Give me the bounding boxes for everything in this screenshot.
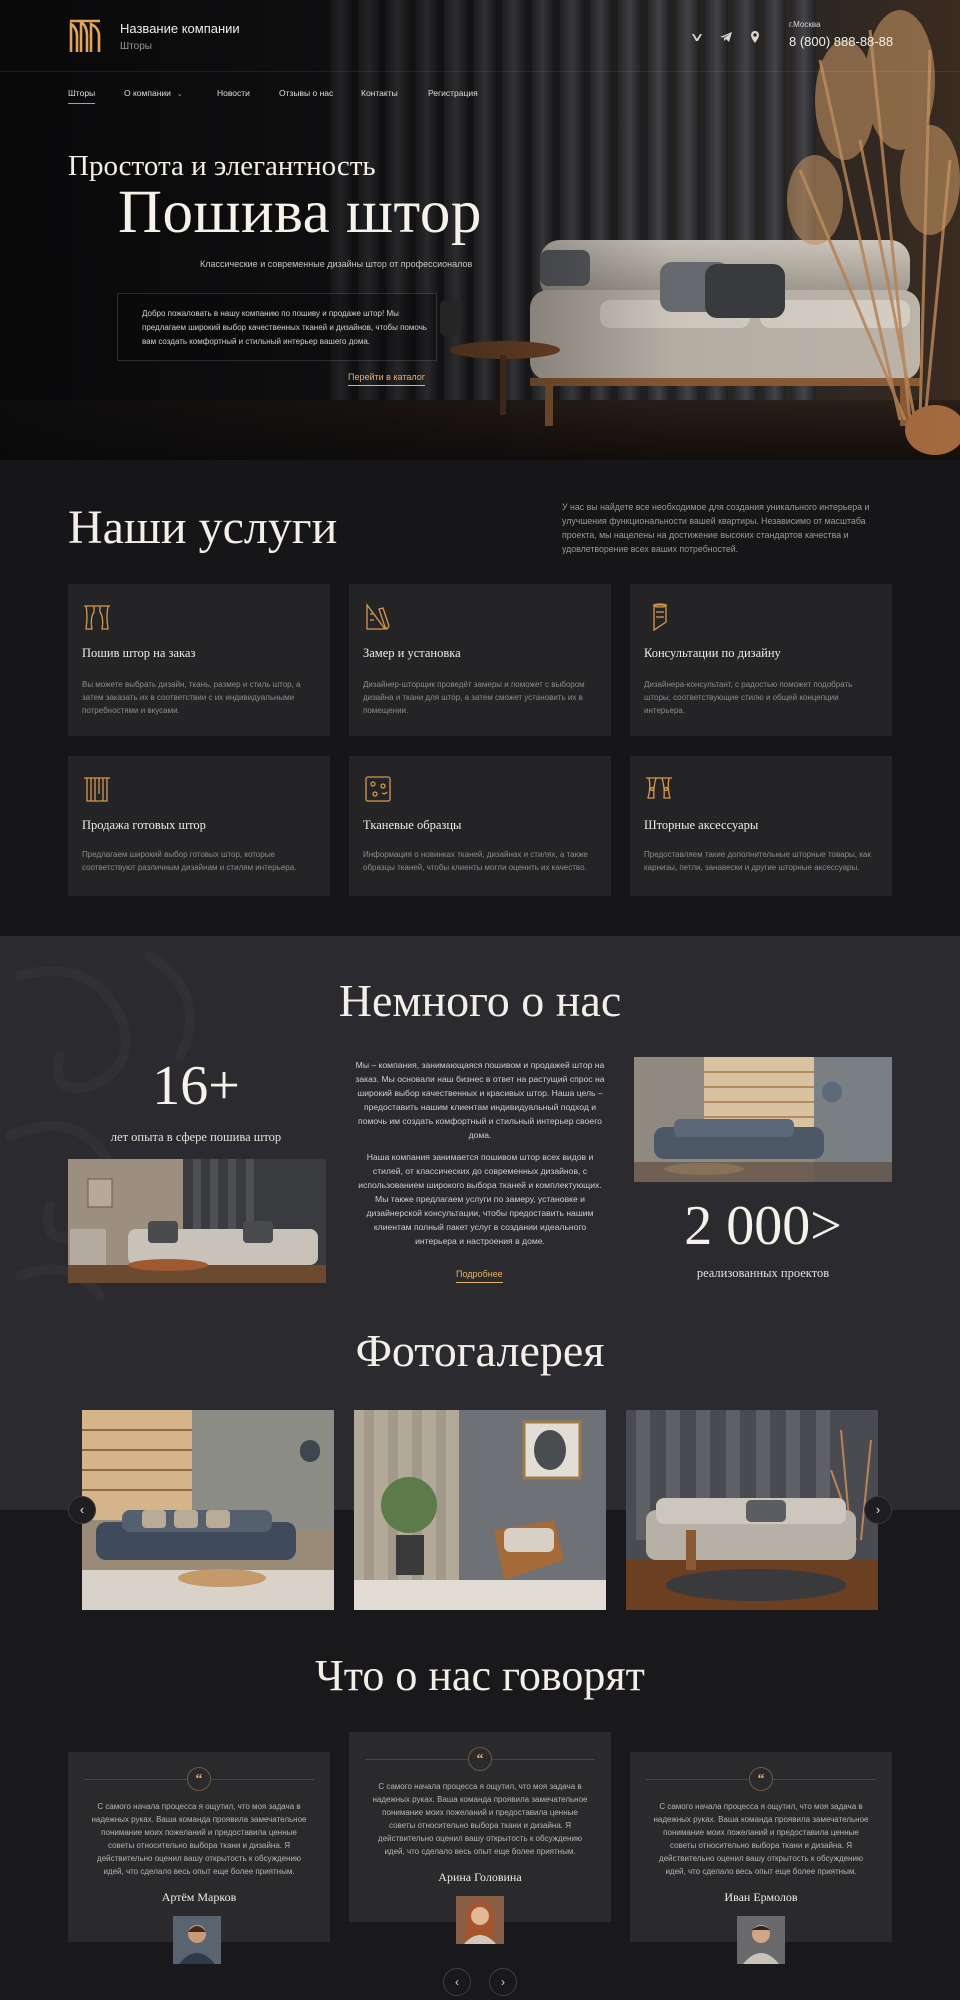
- hero-section: Название компании Шторы г.Москва 8 (800)…: [0, 0, 960, 460]
- chevron-down-icon: ⌄: [176, 91, 183, 98]
- service-text: Предоставляем такие дополнительные шторн…: [644, 850, 871, 872]
- avatar: [173, 1916, 221, 1964]
- company-tagline: Шторы: [120, 41, 152, 52]
- service-title: Замер и установка: [363, 646, 461, 660]
- review-text: С самого начала процесса я ощутил, что м…: [372, 1782, 588, 1856]
- service-card[interactable]: Шторные аксессуары Предоставляем такие д…: [630, 756, 892, 896]
- curtain-rod-icon: [84, 777, 110, 802]
- about-paragraph-1: Мы – компания, занимающаяся пошивом и пр…: [355, 1060, 605, 1140]
- service-card[interactable]: Продажа готовых штор Предлагаем широкий …: [68, 756, 330, 896]
- service-text: Информация о новинках тканей, дизайнах и…: [363, 850, 588, 872]
- quote-icon: “: [187, 1767, 211, 1791]
- review-author: Иван Ермолов: [724, 1890, 798, 1904]
- review-card: “ С самого начала процесса я ощутил, что…: [68, 1752, 330, 1942]
- service-card[interactable]: Консультации по дизайну Дизайнера-консул…: [630, 584, 892, 736]
- nav-item-reviews[interactable]: Отзывы о нас: [279, 88, 333, 98]
- nav-item-contacts[interactable]: Контакты: [361, 88, 398, 98]
- gallery-photo[interactable]: [354, 1410, 606, 1610]
- telegram-icon[interactable]: [719, 30, 733, 44]
- about-photo-2: [634, 1057, 892, 1182]
- reviews-next-button[interactable]: ›: [489, 1968, 517, 1996]
- review-text: С самого начала процесса я ощутил, что м…: [653, 1802, 869, 1876]
- chevron-left-icon: ‹: [455, 1975, 459, 1989]
- company-name[interactable]: Название компании: [120, 21, 240, 36]
- nav-item-register[interactable]: Регистрация: [428, 88, 478, 98]
- about-title: Немного о нас: [338, 975, 622, 1026]
- gallery-photo[interactable]: [626, 1410, 878, 1610]
- gallery-photo[interactable]: [82, 1410, 334, 1610]
- service-title: Продажа готовых штор: [82, 818, 206, 832]
- chevron-left-icon: ‹: [79, 1502, 85, 1517]
- projects-label: реализованных проектов: [696, 1266, 830, 1280]
- curtain-icon: [84, 605, 110, 630]
- about-paragraph-2: Наша компания занимается пошивом штор вс…: [358, 1152, 602, 1246]
- experience-stat: 16+: [152, 1055, 240, 1117]
- service-title: Шторные аксессуары: [644, 818, 759, 832]
- nav-item-curtains[interactable]: Шторы: [68, 88, 96, 104]
- service-text: Вы можете выбрать дизайн, ткань, размер …: [82, 680, 301, 715]
- review-text: С самого начала процесса я ощутил, что м…: [91, 1802, 307, 1876]
- hero-subtitle: Классические и современные дизайны штор …: [200, 259, 473, 269]
- service-title: Консультации по дизайну: [644, 646, 781, 660]
- tieback-icon: [646, 777, 672, 799]
- review-author: Артём Марков: [161, 1890, 237, 1904]
- nav-item-about[interactable]: О компании ⌄: [124, 88, 183, 98]
- review-card: “ С самого начала процесса я ощутил, что…: [349, 1732, 611, 1922]
- fabric-sample-icon: [365, 776, 391, 802]
- experience-label: лет опыта в сфере пошива штор: [110, 1130, 282, 1144]
- service-card[interactable]: Тканевые образцы Информация о новинках т…: [349, 756, 611, 896]
- chevron-right-icon: ›: [875, 1502, 881, 1517]
- avatar: [737, 1916, 785, 1964]
- service-title: Пошив штор на заказ: [82, 646, 196, 660]
- review-author: Арина Головина: [438, 1870, 522, 1884]
- service-text: Дизайнера-консультант, с радостью поможе…: [644, 680, 853, 715]
- services-intro: У нас вы найдете все необходимое для соз…: [562, 502, 870, 554]
- avatar: [456, 1896, 504, 1944]
- phone-link[interactable]: 8 (800) 888-88-88: [789, 34, 893, 49]
- service-card[interactable]: Пошив штор на заказ Вы можете выбрать ди…: [68, 584, 330, 736]
- nav-item-news[interactable]: Новости: [217, 88, 250, 98]
- service-title: Тканевые образцы: [363, 818, 462, 832]
- about-photo-1: [68, 1159, 326, 1283]
- gallery-title: Фотогалерея: [355, 1325, 605, 1376]
- nav-item-about-label: О компании: [124, 88, 171, 98]
- services-title: Наши услуги: [68, 501, 338, 554]
- service-text: Предлагаем широкий выбор готовых штор, к…: [82, 850, 297, 872]
- reviews-prev-button[interactable]: ‹: [443, 1968, 471, 1996]
- chevron-right-icon: ›: [501, 1975, 505, 1989]
- location-icon[interactable]: [748, 30, 762, 44]
- gallery-prev-button[interactable]: ‹: [68, 1496, 96, 1524]
- review-card: “ С самого начала процесса я ощутил, что…: [630, 1752, 892, 1942]
- vk-icon[interactable]: [690, 30, 704, 44]
- company-logo[interactable]: [68, 18, 102, 54]
- ruler-pencil-icon: [366, 603, 390, 631]
- hero-title: Пошива штор: [118, 179, 482, 246]
- catalog-link[interactable]: Перейти в каталог: [348, 372, 426, 386]
- projects-stat: 2 000>: [684, 1195, 842, 1257]
- quote-icon: “: [749, 1767, 773, 1791]
- about-more-link[interactable]: Подробнее: [456, 1269, 503, 1283]
- reviews-title: Что о нас говорят: [315, 1651, 645, 1700]
- city-label: г.Москва: [789, 20, 821, 29]
- service-card[interactable]: Замер и установка Дизайнер-шторщик прове…: [349, 584, 611, 736]
- site-header: Название компании Шторы г.Москва 8 (800)…: [0, 0, 960, 72]
- fabric-roll-icon: [653, 603, 667, 632]
- services-section: Наши услуги У нас вы найдете все необход…: [0, 460, 960, 936]
- service-text: Дизайнер-шторщик проведёт замеры и помож…: [363, 680, 585, 715]
- hero-intro-box: Добро пожаловать в нашу компанию по поши…: [117, 293, 437, 361]
- quote-icon: “: [468, 1747, 492, 1771]
- hero-intro-text: Добро пожаловать в нашу компанию по поши…: [142, 309, 427, 346]
- gallery-next-button[interactable]: ›: [864, 1496, 892, 1524]
